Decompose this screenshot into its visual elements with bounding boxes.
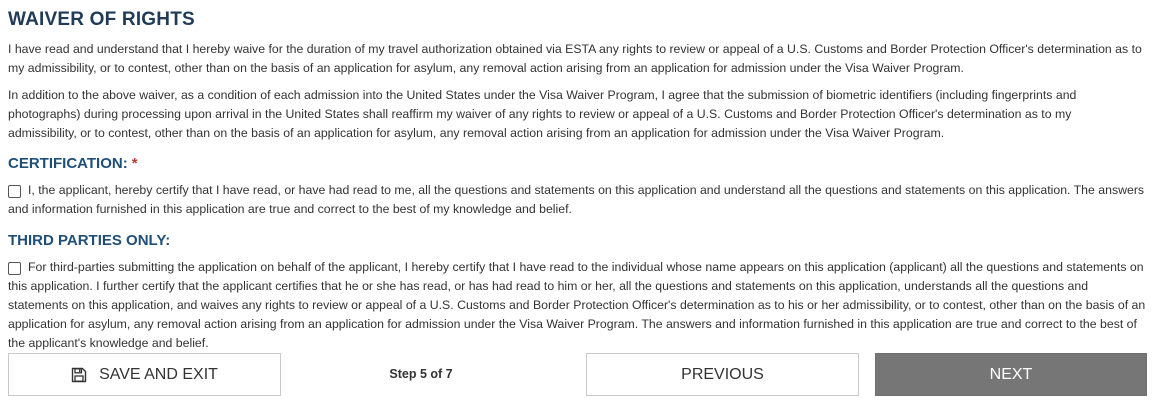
next-label: NEXT	[989, 365, 1033, 383]
waiver-paragraph-2: In addition to the above waiver, as a co…	[8, 88, 1077, 140]
step-indicator: Step 5 of 7	[389, 367, 453, 381]
waiver-page: WAIVER OF RIGHTS I have read and underst…	[0, 0, 1157, 415]
save-and-exit-label: SAVE AND EXIT	[99, 365, 218, 383]
previous-label: PREVIOUS	[681, 365, 764, 383]
save-icon	[71, 367, 87, 382]
certification-checkbox[interactable]	[8, 185, 21, 198]
previous-button[interactable]: PREVIOUS	[586, 353, 859, 396]
required-mark: *	[131, 155, 138, 172]
certification-title-text: CERTIFICATION:	[8, 155, 128, 172]
third-parties-checkbox-row: For third-parties submitting the applica…	[8, 258, 1148, 353]
third-parties-title: THIRD PARTIES ONLY:	[8, 232, 171, 249]
certification-title: CERTIFICATION: *	[8, 155, 138, 172]
certification-text: I, the applicant, hereby certify that I …	[8, 183, 1145, 216]
third-parties-checkbox[interactable]	[8, 262, 21, 275]
waiver-paragraph-1: I have read and understand that I hereby…	[8, 42, 1142, 75]
third-parties-text: For third-parties submitting the applica…	[8, 260, 1146, 350]
certification-checkbox-row: I, the applicant, hereby certify that I …	[8, 181, 1148, 219]
save-and-exit-button[interactable]: SAVE AND EXIT	[8, 353, 281, 396]
next-button[interactable]: NEXT	[875, 353, 1147, 396]
waiver-title: WAIVER OF RIGHTS	[8, 9, 195, 30]
